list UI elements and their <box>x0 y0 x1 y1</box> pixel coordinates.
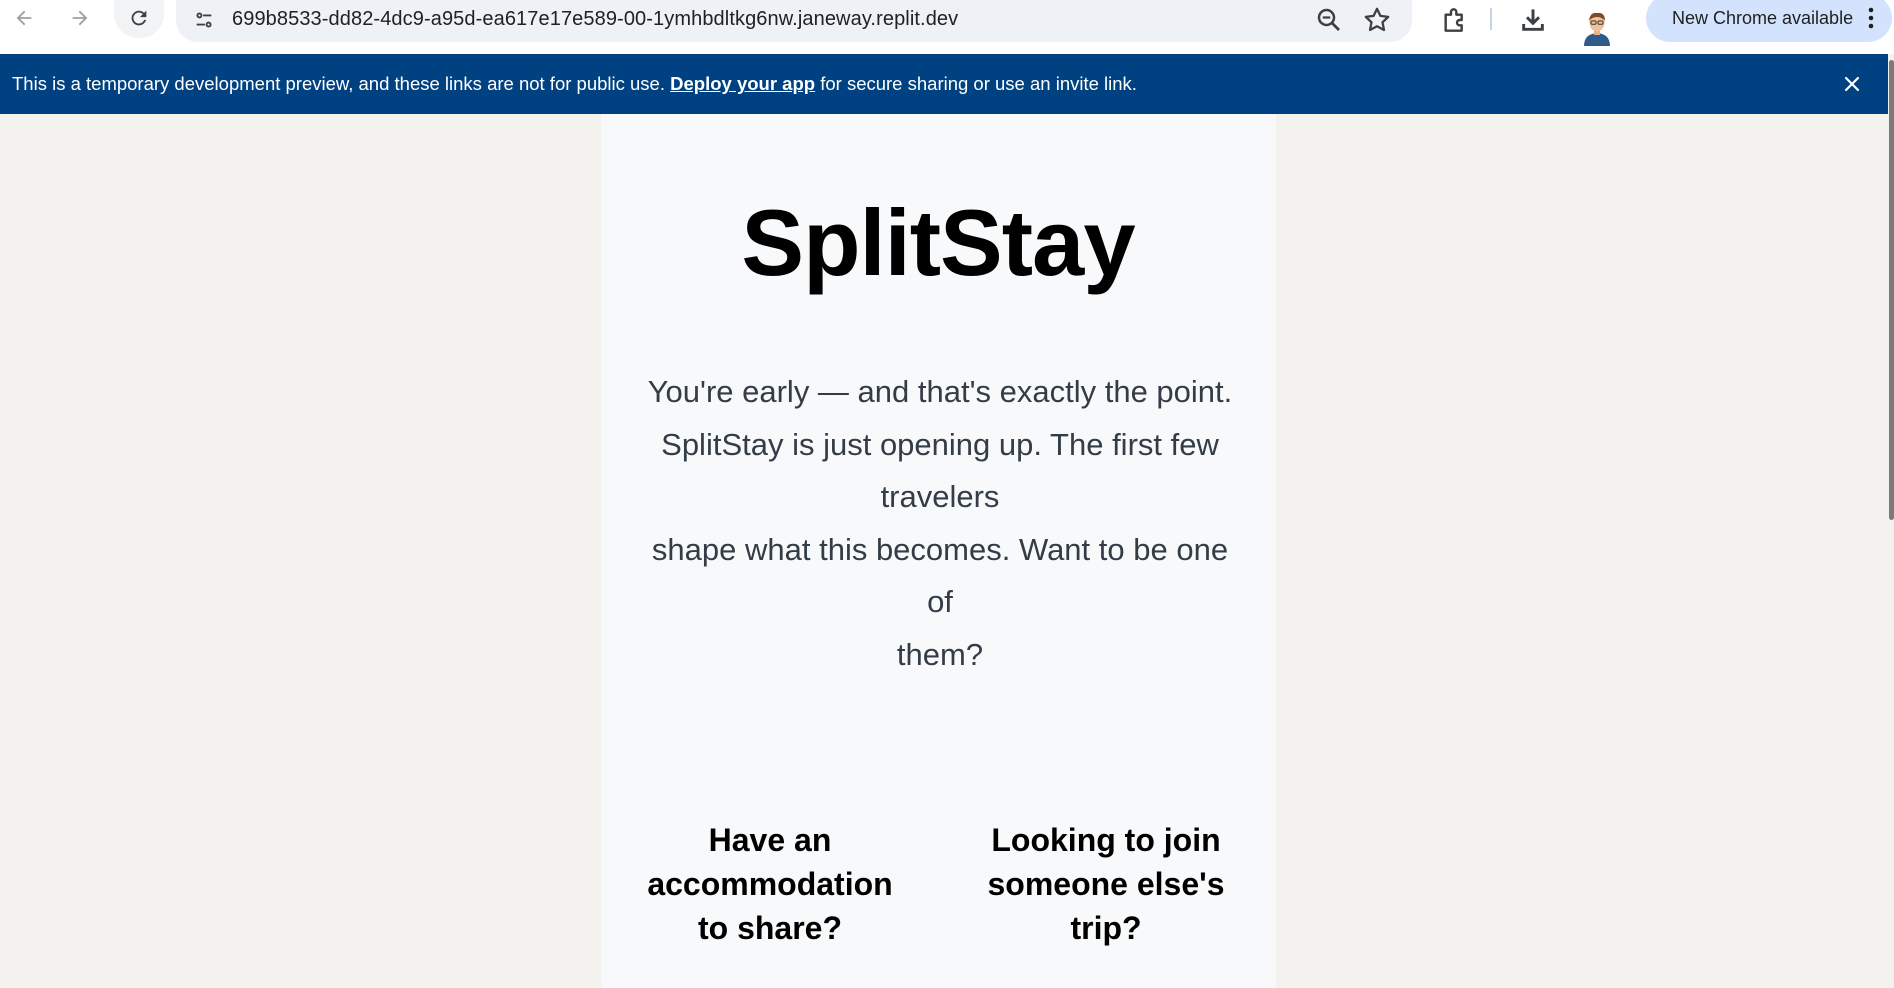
intro-line: You're early — and that's exactly the po… <box>647 374 1233 409</box>
back-button[interactable] <box>2 0 46 36</box>
intro-line: them? <box>896 636 984 672</box>
url-text[interactable]: 699b8533-dd82-4dc9-a95d-ea617e17e589-00-… <box>232 8 958 31</box>
dev-preview-banner: This is a temporary development preview,… <box>0 54 1888 114</box>
close-icon <box>1844 76 1860 92</box>
reload-icon <box>131 10 147 26</box>
forward-icon <box>72 10 88 26</box>
forward-button[interactable] <box>58 0 102 36</box>
banner-close-button[interactable] <box>1838 70 1866 98</box>
browser-toolbar: 699b8533-dd82-4dc9-a95d-ea617e17e589-00-… <box>0 0 1894 54</box>
guest-cta-heading[interactable]: Looking to join someone else's trip? <box>978 818 1234 950</box>
extensions-icon[interactable] <box>1438 4 1472 36</box>
intro-line: SplitStay is just opening up. The first … <box>661 426 1219 515</box>
banner-text: This is a temporary development preview,… <box>12 73 1137 95</box>
chrome-update-label: New Chrome available <box>1672 7 1854 28</box>
more-icon[interactable] <box>1868 4 1874 32</box>
back-icon <box>16 10 32 26</box>
profile-avatar[interactable] <box>1578 6 1616 46</box>
intro-line: shape what this becomes. Want to be one … <box>651 531 1229 620</box>
zoom-icon[interactable] <box>1314 5 1344 35</box>
banner-text-after: for secure sharing or use an invite link… <box>820 73 1137 94</box>
banner-text-before: This is a temporary development preview,… <box>12 73 665 94</box>
page-logo: SplitStay <box>741 190 1135 295</box>
host-cta-heading[interactable]: Have an accommodation to share? <box>642 818 898 950</box>
site-info-icon[interactable] <box>190 6 218 34</box>
address-bar[interactable]: 699b8533-dd82-4dc9-a95d-ea617e17e589-00-… <box>176 0 1412 42</box>
chrome-update-button[interactable]: New Chrome available <box>1646 0 1892 42</box>
toolbar-divider <box>1490 8 1492 30</box>
bookmark-star-icon[interactable] <box>1362 5 1392 35</box>
reload-button[interactable] <box>114 0 164 38</box>
intro-text: You're early — and that's exactly the po… <box>640 366 1240 681</box>
page-scrollbar-thumb[interactable] <box>1889 60 1894 520</box>
download-icon[interactable] <box>1516 4 1550 36</box>
deploy-app-link[interactable]: Deploy your app <box>670 73 815 94</box>
